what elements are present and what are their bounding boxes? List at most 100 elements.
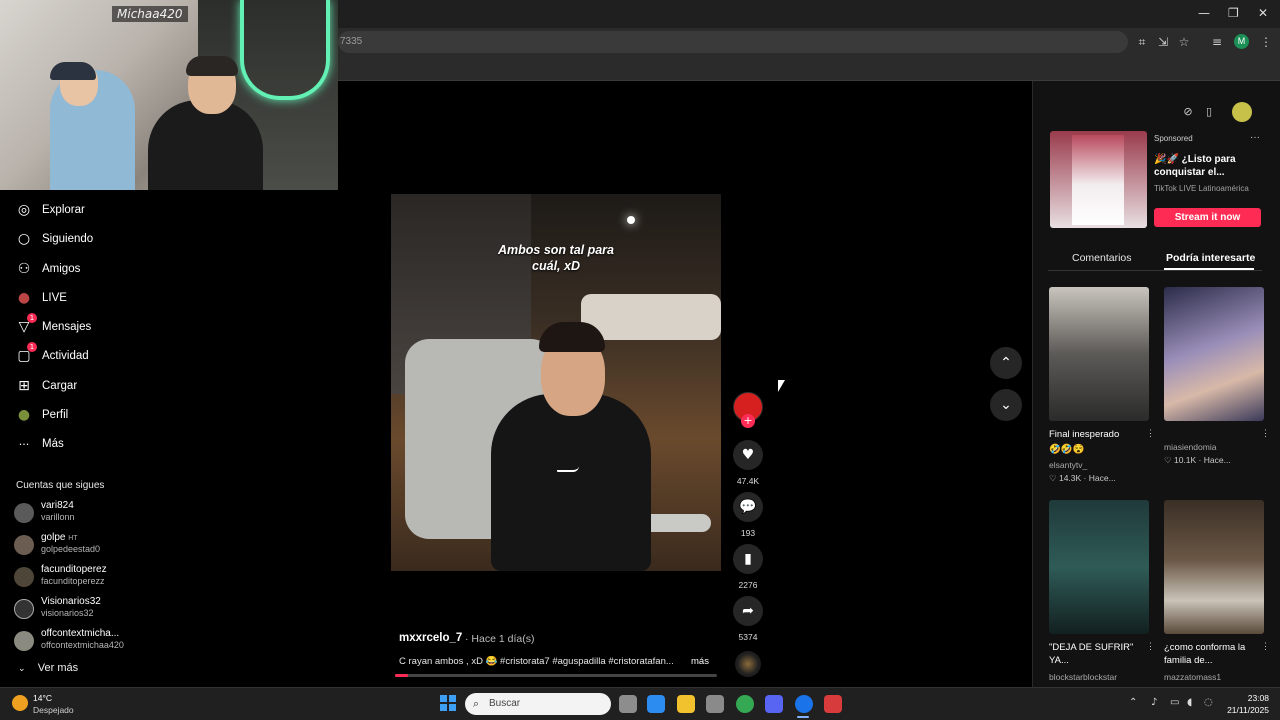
- followed-account[interactable]: Visionarios32 visionarios32: [14, 596, 214, 624]
- more-options-icon[interactable]: ···: [1250, 132, 1260, 143]
- active-app-indicator: [797, 716, 809, 718]
- avatar: [14, 599, 34, 619]
- sidebar-item-mas[interactable]: ··· Más: [14, 433, 64, 455]
- webcam-tag: Michaa420: [112, 6, 188, 22]
- video-card[interactable]: ¿como conforma la familia de... ⋮ mazzat…: [1164, 500, 1270, 687]
- card-author: blockstarblockstar: [1049, 672, 1118, 682]
- next-video-button[interactable]: ⌄: [990, 389, 1022, 421]
- more-options-icon[interactable]: ⋮: [1146, 428, 1155, 439]
- sidebar-item-actividad[interactable]: ▢ 1 Actividad: [14, 342, 89, 367]
- install-icon[interactable]: ⇲: [1155, 34, 1171, 50]
- more-options-icon[interactable]: ⋮: [1261, 641, 1270, 652]
- like-button[interactable]: ♥: [733, 440, 763, 470]
- card-thumbnail: [1049, 287, 1149, 421]
- file-explorer-icon[interactable]: [677, 695, 695, 713]
- clock-time[interactable]: 23:08: [1221, 693, 1269, 703]
- video-sofa: [581, 294, 721, 340]
- microphone-icon[interactable]: ♪: [1151, 697, 1157, 708]
- ad-title[interactable]: 🎉🚀 ¿Listo para conquistar el...: [1154, 153, 1254, 179]
- tab-podria-interesarte[interactable]: Podría interesarte: [1166, 252, 1255, 264]
- followed-account[interactable]: golpe HT golpedeestad0: [14, 532, 214, 560]
- video-progress-bar[interactable]: [395, 674, 717, 677]
- settings-icon[interactable]: [706, 695, 724, 713]
- tab-comentarios[interactable]: Comentarios: [1072, 252, 1132, 264]
- comment-button[interactable]: 💬: [733, 492, 763, 522]
- chrome-active-icon[interactable]: [795, 695, 813, 713]
- video-player[interactable]: Ambos son tal para cuál, xD: [391, 194, 721, 571]
- network-icon[interactable]: ▭: [1170, 697, 1179, 708]
- neon-light: [240, 0, 330, 100]
- guest-hair: [186, 56, 238, 76]
- maximize-icon[interactable]: ❐: [1228, 6, 1239, 20]
- tabs-divider: [1048, 270, 1262, 271]
- stream-now-button[interactable]: Stream it now: [1154, 208, 1261, 227]
- avatar[interactable]: [1232, 102, 1252, 122]
- save-button[interactable]: ▮: [733, 544, 763, 574]
- weather-moon-icon[interactable]: [12, 695, 28, 711]
- video-card[interactable]: ⋮ miasiendomia ♡ 10.1K · Hace...: [1164, 287, 1270, 487]
- video-person-body: [491, 394, 651, 571]
- sidebar-item-label: Actividad: [42, 350, 89, 362]
- sidebar-item-amigos[interactable]: ⚇ Amigos: [14, 258, 81, 280]
- task-view-icon[interactable]: [619, 695, 637, 713]
- minimize-icon[interactable]: —: [1198, 6, 1210, 20]
- start-button[interactable]: [440, 695, 456, 711]
- sidebar-item-live[interactable]: ● LIVE: [14, 287, 67, 309]
- card-emojis: 🤣🤣😵: [1049, 444, 1085, 455]
- discord-icon[interactable]: [765, 695, 783, 713]
- address-bar[interactable]: [338, 31, 1128, 53]
- weather-temperature[interactable]: 14°C: [33, 693, 52, 703]
- taskbar: [0, 687, 1280, 720]
- comment-count: 193: [740, 528, 756, 538]
- description-more-link[interactable]: más: [691, 656, 709, 667]
- card-title: Final inesperado: [1049, 429, 1120, 440]
- friends-icon: ⚇: [17, 261, 31, 277]
- followed-account[interactable]: offcontextmicha... offcontextmichaa420: [14, 628, 214, 656]
- card-title: "DEJA DE SUFRIR" YA...: [1049, 642, 1134, 666]
- chrome-icon[interactable]: [736, 695, 754, 713]
- account-badge: HT: [68, 535, 78, 542]
- search-placeholder[interactable]: Buscar: [489, 698, 520, 709]
- taskbar-search[interactable]: [465, 693, 611, 715]
- sidebar-item-mensajes[interactable]: ▽ 1 Mensajes: [14, 313, 91, 338]
- comment-icon: 💬: [739, 499, 757, 515]
- follow-plus-icon[interactable]: +: [741, 414, 755, 428]
- music-disc-icon[interactable]: [735, 651, 761, 677]
- notification-icon[interactable]: ◌: [1204, 697, 1213, 708]
- video-author[interactable]: mxxrcelo_7: [399, 632, 462, 644]
- volume-icon[interactable]: ◖: [1187, 697, 1192, 708]
- clock-date[interactable]: 21/11/2025: [1221, 705, 1269, 715]
- video-card[interactable]: "DEJA DE SUFRIR" YA... ⋮ blockstarblocks…: [1049, 500, 1155, 687]
- more-options-icon[interactable]: ⋮: [1261, 428, 1270, 439]
- edge-icon[interactable]: [647, 695, 665, 713]
- video-card[interactable]: Final inesperado ⋮ 🤣🤣😵 elsantytv_ ♡ 14.3…: [1049, 287, 1155, 487]
- close-icon[interactable]: ✕: [1258, 6, 1268, 20]
- ad-thumbnail[interactable]: [1050, 131, 1147, 228]
- sidebar-item-cargar[interactable]: ⊞ Cargar: [14, 375, 77, 397]
- url-text[interactable]: 7335: [340, 36, 362, 47]
- see-more-button[interactable]: ⌄ Ver más: [18, 662, 78, 674]
- more-options-icon[interactable]: ⋮: [1146, 641, 1155, 652]
- profile-avatar-icon: ●: [17, 407, 31, 423]
- menu-icon[interactable]: ⋮: [1258, 34, 1274, 50]
- account-handle: golpedeestad0: [41, 544, 101, 554]
- media-icon[interactable]: ≡: [1209, 34, 1225, 50]
- previous-video-button[interactable]: ⌃: [990, 347, 1022, 379]
- compass-icon[interactable]: ⊘: [1178, 102, 1198, 122]
- card-thumbnail: [1164, 500, 1264, 634]
- followed-account[interactable]: facunditoperez facunditoperezz: [14, 564, 214, 592]
- profile-icon[interactable]: M: [1234, 34, 1249, 49]
- chevron-down-icon: ⌄: [18, 664, 26, 674]
- bookmark-star-icon[interactable]: ☆: [1176, 34, 1192, 50]
- notification-badge: 1: [27, 313, 37, 323]
- sidebar-item-perfil[interactable]: ● Perfil: [14, 404, 68, 426]
- weather-description[interactable]: Despejado: [33, 705, 74, 715]
- app-icon[interactable]: [824, 695, 842, 713]
- translate-icon[interactable]: ⌗: [1134, 34, 1150, 50]
- sidebar-item-explorar[interactable]: ◎ Explorar: [14, 199, 85, 221]
- chevron-up-icon[interactable]: ⌃: [1129, 697, 1137, 708]
- device-icon[interactable]: ▯: [1199, 102, 1219, 122]
- share-button[interactable]: ➦: [733, 596, 763, 626]
- sidebar-item-siguiendo[interactable]: ○ Siguiendo: [14, 228, 93, 250]
- followed-account[interactable]: vari824 varillonn: [14, 500, 214, 528]
